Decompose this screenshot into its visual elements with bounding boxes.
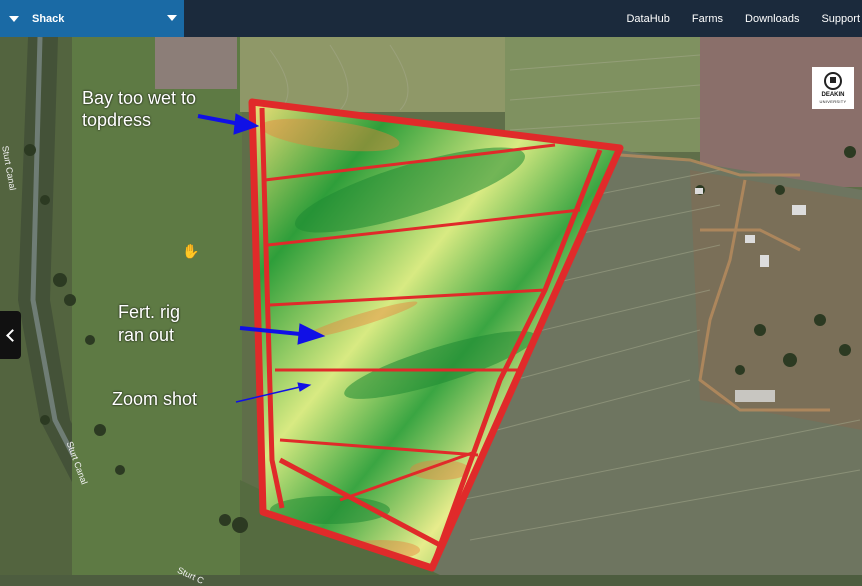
- farm-selector-dropdown[interactable]: Shack: [0, 0, 184, 37]
- chevron-left-icon: [5, 328, 19, 342]
- caret-down-icon: [9, 15, 19, 22]
- hand-cursor-icon: ✋: [182, 243, 200, 259]
- main-nav: DataHub Farms Downloads Support: [604, 0, 862, 37]
- nav-support[interactable]: Support: [821, 13, 860, 25]
- annotation-bay-wet-line1: Bay too wet to: [82, 88, 197, 108]
- annotation-fert-line2: ran out: [118, 325, 175, 345]
- top-navigation-bar: Shack DataHub Farms Downloads Support: [0, 0, 862, 37]
- annotation-zoom-shot: Zoom shot: [112, 389, 198, 409]
- logo-text-university: UNIVERSITY: [819, 99, 847, 104]
- deakin-seal-icon: [824, 72, 842, 90]
- logo-text-deakin: DEAKIN: [821, 92, 845, 98]
- deakin-university-logo: DEAKIN UNIVERSITY: [812, 67, 854, 109]
- nav-datahub[interactable]: DataHub: [626, 13, 669, 25]
- collapse-panel-button[interactable]: [0, 311, 21, 359]
- chevron-down-icon[interactable]: [167, 15, 177, 21]
- farm-selector-label: Shack: [32, 12, 65, 25]
- nav-downloads[interactable]: Downloads: [745, 13, 799, 25]
- nav-farms[interactable]: Farms: [692, 13, 723, 25]
- annotation-bay-wet-line2: topdress: [82, 110, 152, 130]
- annotation-fert-line1: Fert. rig: [118, 302, 181, 322]
